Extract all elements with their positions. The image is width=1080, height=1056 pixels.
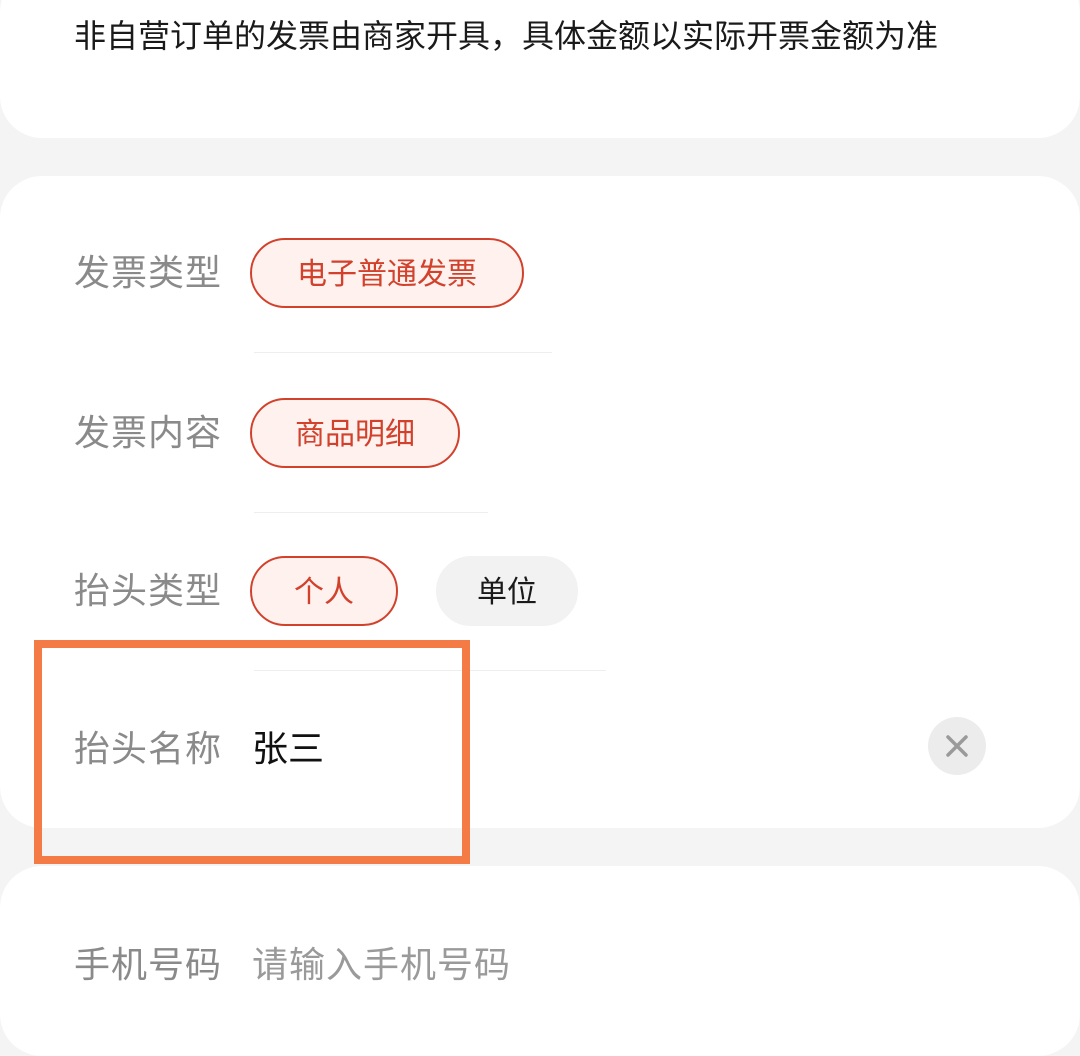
invoice-content-chip-details[interactable]: 商品明细 <box>250 398 460 468</box>
phone-input[interactable]: 请输入手机号码 <box>252 944 511 988</box>
title-type-label: 抬头类型 <box>74 571 223 612</box>
title-name-label: 抬头名称 <box>74 729 223 770</box>
clear-button[interactable] <box>928 717 986 775</box>
invoice-type-chip-electronic[interactable]: 电子普通发票 <box>250 238 524 308</box>
title-type-chip-personal[interactable]: 个人 <box>250 556 398 626</box>
invoice-content-label: 发票内容 <box>74 413 223 454</box>
notice-text: 非自营订单的发票由商家开具，具体金额以实际开票金额为准 <box>74 17 939 55</box>
close-icon <box>946 735 968 757</box>
divider <box>254 670 606 671</box>
divider <box>254 512 488 513</box>
title-name-input[interactable]: 张三 <box>252 728 324 772</box>
divider <box>254 352 552 353</box>
notice-card: 非自营订单的发票由商家开具，具体金额以实际开票金额为准 <box>0 0 1080 138</box>
invoice-type-label: 发票类型 <box>74 253 223 294</box>
phone-label: 手机号码 <box>74 945 223 986</box>
title-type-chip-company[interactable]: 单位 <box>436 556 578 626</box>
